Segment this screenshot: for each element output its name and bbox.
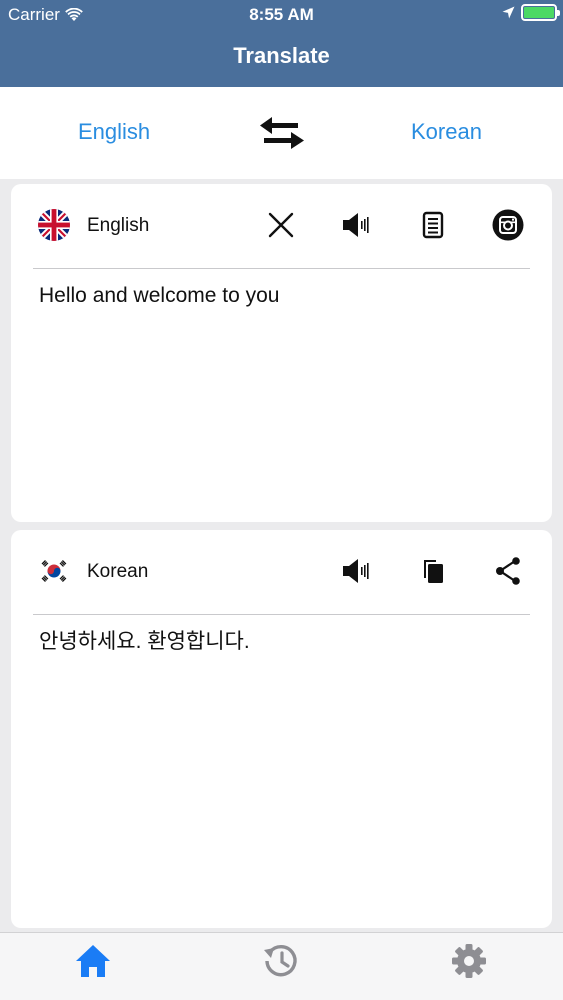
share-icon: [496, 557, 520, 585]
source-speak-button[interactable]: [339, 208, 373, 242]
status-bar: Carrier 8:55 AM: [0, 0, 563, 28]
translation-output-text: 안녕하세요. 환영합니다.: [39, 630, 250, 653]
target-speak-button[interactable]: [339, 554, 373, 588]
battery-icon: [521, 4, 560, 21]
paste-document-button[interactable]: [416, 208, 450, 242]
source-card-language: English: [87, 215, 150, 236]
home-icon: [76, 945, 110, 977]
target-language-button[interactable]: Korean: [411, 119, 482, 145]
copy-translation-button[interactable]: [416, 554, 450, 588]
swap-languages-button[interactable]: [258, 115, 306, 151]
speaker-icon: [343, 213, 369, 237]
speaker-icon: [343, 559, 369, 583]
uk-flag-icon: [38, 209, 70, 241]
bottom-tab-bar: [0, 932, 563, 1000]
language-selector-bar: English Korean: [0, 87, 563, 179]
navigation-header: Carrier 8:55 AM Translate: [0, 0, 563, 87]
tab-history[interactable]: [261, 941, 301, 981]
share-translation-button[interactable]: [491, 554, 525, 588]
translation-result-card: Korean 안녕하세요. 환영합니다.: [11, 530, 552, 928]
source-text-card: English Hello and welcome to you: [11, 184, 552, 522]
target-card-divider: [33, 614, 530, 615]
source-card-header: English: [11, 184, 552, 269]
page-title: Translate: [233, 43, 330, 68]
source-text-input[interactable]: Hello and welcome to you: [39, 282, 528, 309]
status-right: [502, 4, 560, 21]
tab-settings[interactable]: [449, 941, 489, 981]
status-time: 8:55 AM: [249, 5, 314, 24]
settings-gear-icon: [452, 944, 486, 978]
clear-text-button[interactable]: [264, 208, 298, 242]
target-card-header: Korean: [11, 530, 552, 615]
swap-arrows-icon: [260, 117, 304, 149]
battery-fill: [524, 7, 554, 18]
target-card-language: Korean: [87, 561, 149, 582]
source-card-divider: [33, 268, 530, 269]
location-arrow-icon: [502, 6, 515, 19]
close-icon: [268, 212, 294, 238]
source-language-button[interactable]: English: [78, 119, 150, 145]
history-icon: [264, 944, 297, 977]
korea-flag-icon: [38, 555, 70, 587]
document-icon: [422, 211, 444, 239]
instagram-icon: [492, 209, 524, 241]
copy-icon: [424, 560, 443, 583]
tab-home[interactable]: [73, 941, 113, 981]
camera-input-button[interactable]: [491, 208, 525, 242]
